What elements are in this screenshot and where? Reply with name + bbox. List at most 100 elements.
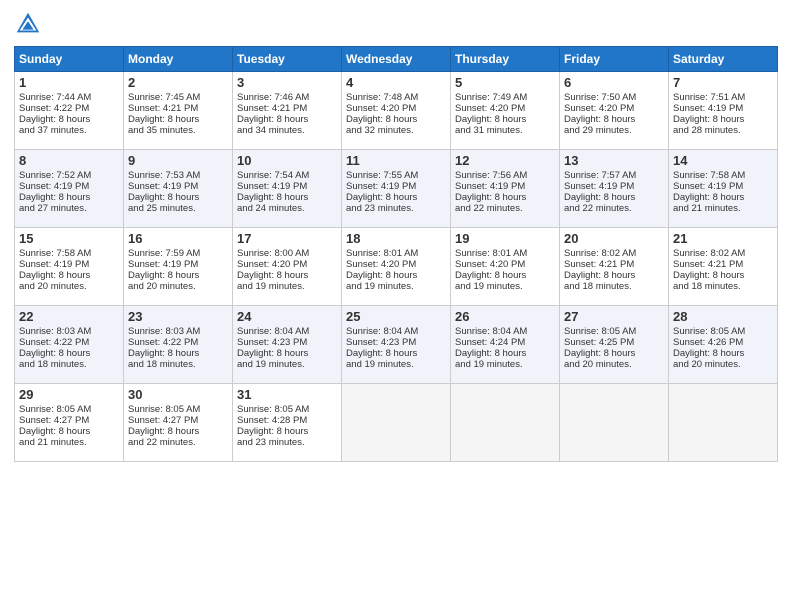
weekday-header: Thursday bbox=[451, 47, 560, 72]
day-info-line: Daylight: 8 hours bbox=[19, 192, 119, 203]
day-info-line: Daylight: 8 hours bbox=[673, 192, 773, 203]
day-info-line: and 19 minutes. bbox=[237, 359, 337, 370]
day-info-line: Sunrise: 8:04 AM bbox=[346, 326, 446, 337]
day-info-line: Daylight: 8 hours bbox=[128, 192, 228, 203]
day-info-line: Daylight: 8 hours bbox=[237, 348, 337, 359]
calendar-day-cell: 12Sunrise: 7:56 AMSunset: 4:19 PMDayligh… bbox=[451, 150, 560, 228]
day-number: 4 bbox=[346, 75, 446, 90]
calendar-day-cell: 24Sunrise: 8:04 AMSunset: 4:23 PMDayligh… bbox=[233, 306, 342, 384]
day-info-line: Sunrise: 8:03 AM bbox=[128, 326, 228, 337]
day-number: 6 bbox=[564, 75, 664, 90]
day-info-line: Daylight: 8 hours bbox=[128, 426, 228, 437]
day-info-line: Sunrise: 7:53 AM bbox=[128, 170, 228, 181]
calendar-day-cell: 25Sunrise: 8:04 AMSunset: 4:23 PMDayligh… bbox=[342, 306, 451, 384]
day-info-line: Sunrise: 7:50 AM bbox=[564, 92, 664, 103]
day-info-line: and 22 minutes. bbox=[455, 203, 555, 214]
day-info-line: Sunset: 4:22 PM bbox=[128, 337, 228, 348]
day-info-line: Sunrise: 7:48 AM bbox=[346, 92, 446, 103]
day-number: 23 bbox=[128, 309, 228, 324]
day-info-line: Sunset: 4:27 PM bbox=[128, 415, 228, 426]
day-info-line: Sunset: 4:19 PM bbox=[564, 181, 664, 192]
day-info-line: and 32 minutes. bbox=[346, 125, 446, 136]
day-info-line: and 18 minutes. bbox=[673, 281, 773, 292]
calendar-day-cell: 29Sunrise: 8:05 AMSunset: 4:27 PMDayligh… bbox=[15, 384, 124, 462]
day-info-line: and 19 minutes. bbox=[455, 281, 555, 292]
day-info-line: Daylight: 8 hours bbox=[128, 348, 228, 359]
day-info-line: Sunset: 4:19 PM bbox=[19, 259, 119, 270]
calendar-week-row: 8Sunrise: 7:52 AMSunset: 4:19 PMDaylight… bbox=[15, 150, 778, 228]
day-info-line: Daylight: 8 hours bbox=[673, 270, 773, 281]
day-info-line: Sunrise: 7:58 AM bbox=[19, 248, 119, 259]
day-number: 3 bbox=[237, 75, 337, 90]
day-number: 1 bbox=[19, 75, 119, 90]
day-info-line: Daylight: 8 hours bbox=[455, 114, 555, 125]
day-number: 17 bbox=[237, 231, 337, 246]
day-info-line: Sunrise: 8:05 AM bbox=[19, 404, 119, 415]
calendar-day-cell: 18Sunrise: 8:01 AMSunset: 4:20 PMDayligh… bbox=[342, 228, 451, 306]
logo bbox=[14, 10, 46, 38]
day-info-line: Daylight: 8 hours bbox=[19, 270, 119, 281]
day-info-line: and 23 minutes. bbox=[237, 437, 337, 448]
day-number: 21 bbox=[673, 231, 773, 246]
day-info-line: Sunrise: 7:45 AM bbox=[128, 92, 228, 103]
day-info-line: and 35 minutes. bbox=[128, 125, 228, 136]
day-number: 29 bbox=[19, 387, 119, 402]
day-info-line: and 19 minutes. bbox=[346, 281, 446, 292]
day-info-line: Sunset: 4:23 PM bbox=[346, 337, 446, 348]
calendar-day-cell: 7Sunrise: 7:51 AMSunset: 4:19 PMDaylight… bbox=[669, 72, 778, 150]
weekday-header: Sunday bbox=[15, 47, 124, 72]
day-info-line: Daylight: 8 hours bbox=[346, 270, 446, 281]
day-info-line: Sunset: 4:19 PM bbox=[346, 181, 446, 192]
day-info-line: and 21 minutes. bbox=[673, 203, 773, 214]
calendar-week-row: 1Sunrise: 7:44 AMSunset: 4:22 PMDaylight… bbox=[15, 72, 778, 150]
weekday-header: Monday bbox=[124, 47, 233, 72]
day-info-line: Sunset: 4:25 PM bbox=[564, 337, 664, 348]
day-number: 31 bbox=[237, 387, 337, 402]
day-info-line: Sunrise: 8:01 AM bbox=[455, 248, 555, 259]
calendar-week-row: 29 Sunrise: 8:05 AM Sunset: 4:27 PMDayligh… bbox=[15, 384, 778, 462]
day-info-line: Daylight: 8 hours bbox=[455, 270, 555, 281]
day-info-line: and 19 minutes. bbox=[237, 281, 337, 292]
day-info-line: Sunset: 4:20 PM bbox=[455, 259, 555, 270]
calendar-day-cell: 21Sunrise: 8:02 AMSunset: 4:21 PMDayligh… bbox=[669, 228, 778, 306]
day-info-line: Daylight: 8 hours bbox=[128, 114, 228, 125]
day-info-line: Sunset: 4:19 PM bbox=[19, 181, 119, 192]
day-info-line: and 20 minutes. bbox=[564, 359, 664, 370]
day-info-line: Daylight: 8 hours bbox=[237, 270, 337, 281]
day-number: 16 bbox=[128, 231, 228, 246]
day-info-line: Sunset: 4:20 PM bbox=[346, 103, 446, 114]
day-info-line: Daylight: 8 hours bbox=[673, 348, 773, 359]
day-info-line: Sunset: 4:19 PM bbox=[128, 181, 228, 192]
day-info-line: and 19 minutes. bbox=[346, 359, 446, 370]
day-info-line: Sunrise: 7:58 AM bbox=[673, 170, 773, 181]
day-number: 2 bbox=[128, 75, 228, 90]
day-info-line: and 20 minutes. bbox=[19, 281, 119, 292]
day-info-line: and 22 minutes. bbox=[564, 203, 664, 214]
day-info-line: Sunrise: 8:01 AM bbox=[346, 248, 446, 259]
day-number: 12 bbox=[455, 153, 555, 168]
calendar-day-cell: 13Sunrise: 7:57 AMSunset: 4:19 PMDayligh… bbox=[560, 150, 669, 228]
day-number: 13 bbox=[564, 153, 664, 168]
day-info-line: Sunset: 4:19 PM bbox=[128, 259, 228, 270]
day-info-line: Sunset: 4:19 PM bbox=[237, 181, 337, 192]
day-number: 22 bbox=[19, 309, 119, 324]
calendar-day-cell: 3Sunrise: 7:46 AMSunset: 4:21 PMDaylight… bbox=[233, 72, 342, 150]
day-info-line: Sunrise: 8:05 AM bbox=[237, 404, 337, 415]
day-info-line: Sunrise: 7:52 AM bbox=[19, 170, 119, 181]
day-info-line: Sunset: 4:19 PM bbox=[455, 181, 555, 192]
calendar-day-cell: 17Sunrise: 8:00 AMSunset: 4:20 PMDayligh… bbox=[233, 228, 342, 306]
day-info-line: and 24 minutes. bbox=[237, 203, 337, 214]
day-info-line: Daylight: 8 hours bbox=[346, 192, 446, 203]
calendar-day-cell: 10Sunrise: 7:54 AMSunset: 4:19 PMDayligh… bbox=[233, 150, 342, 228]
calendar-day-cell: 6Sunrise: 7:50 AMSunset: 4:20 PMDaylight… bbox=[560, 72, 669, 150]
calendar-day-cell: 23 Sunrise: 8:03 AMSunset: 4:22 PMDayligh… bbox=[124, 306, 233, 384]
calendar-day-cell: 11Sunrise: 7:55 AMSunset: 4:19 PMDayligh… bbox=[342, 150, 451, 228]
day-info-line: Sunrise: 7:51 AM bbox=[673, 92, 773, 103]
day-info-line: Sunset: 4:19 PM bbox=[673, 103, 773, 114]
day-number: 10 bbox=[237, 153, 337, 168]
day-info-line: Daylight: 8 hours bbox=[455, 348, 555, 359]
day-info-line: Sunset: 4:22 PM bbox=[19, 337, 119, 348]
calendar-day-cell: 14Sunrise: 7:58 AMSunset: 4:19 PMDayligh… bbox=[669, 150, 778, 228]
calendar-day-cell: 8Sunrise: 7:52 AMSunset: 4:19 PMDaylight… bbox=[15, 150, 124, 228]
day-info-line: and 20 minutes. bbox=[128, 281, 228, 292]
